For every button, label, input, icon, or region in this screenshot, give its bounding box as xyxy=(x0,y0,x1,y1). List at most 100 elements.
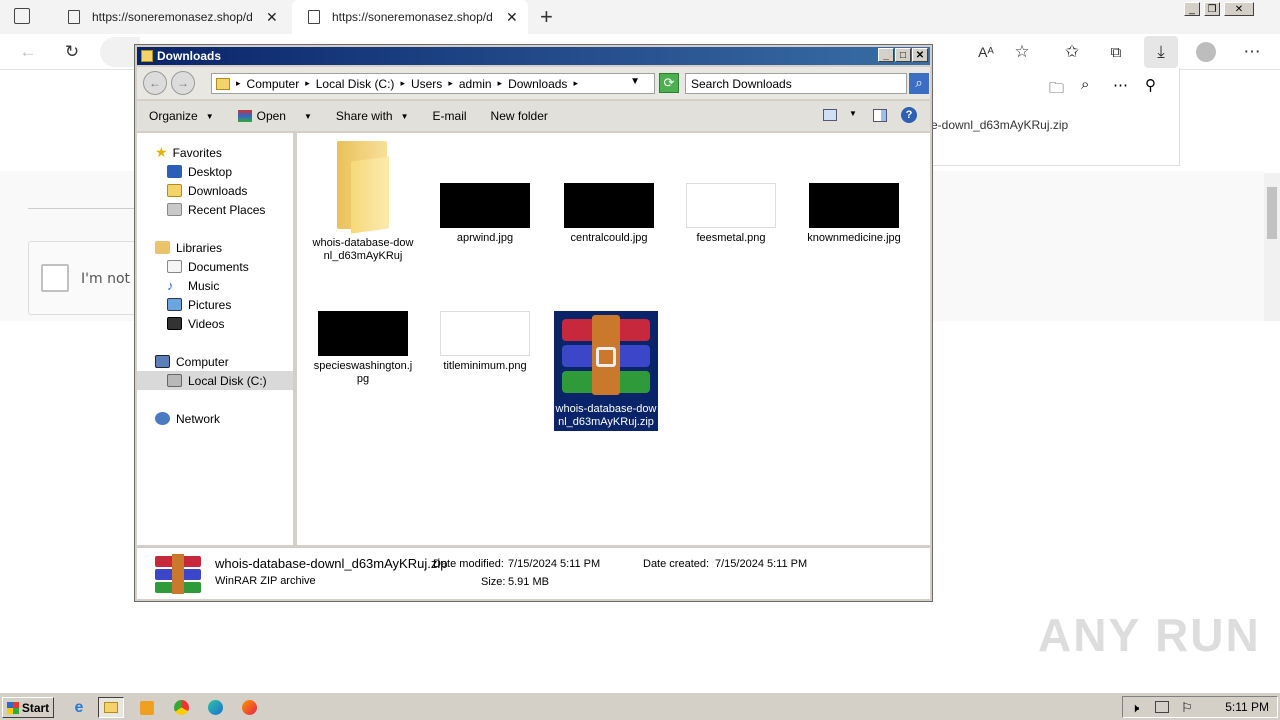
winrar-archive-icon xyxy=(155,554,201,594)
pin-icon[interactable]: ⚲ xyxy=(1145,76,1156,94)
file-item[interactable]: titleminimum.png xyxy=(433,311,537,373)
view-dropdown-icon[interactable]: ▼ xyxy=(849,109,857,118)
page-icon xyxy=(308,10,320,24)
nav-label: Local Disk (C:) xyxy=(188,373,267,388)
minimize-icon[interactable]: _ xyxy=(1184,2,1200,16)
refresh-icon[interactable]: ↻ xyxy=(58,38,86,66)
nav-label: Pictures xyxy=(188,297,232,312)
file-item[interactable]: centralcould.jpg xyxy=(557,183,661,245)
file-item[interactable]: feesmetal.png xyxy=(679,183,783,245)
window-title: Downloads xyxy=(157,49,222,63)
flag-icon[interactable]: ⚐ xyxy=(1181,700,1193,716)
nav-label: Libraries xyxy=(176,240,223,255)
breadcrumb-item[interactable]: admin xyxy=(459,77,492,91)
created-value: 7/15/2024 5:11 PM xyxy=(715,558,808,570)
nav-libraries[interactable]: Libraries xyxy=(155,238,311,257)
created-label: Date created: xyxy=(643,558,710,570)
open-button[interactable]: Open ▼ xyxy=(226,109,324,123)
firefox-icon[interactable] xyxy=(236,697,262,718)
tab-title: https://soneremonasez.shop/d xyxy=(332,10,492,24)
preview-pane-icon[interactable] xyxy=(873,109,887,122)
address-bar[interactable]: ▸ Computer ▸ Local Disk (C:) ▸ Users ▸ admi… xyxy=(211,73,655,94)
breadcrumb-item[interactable]: Users xyxy=(411,77,442,91)
search-icon[interactable]: ⌕ xyxy=(1081,76,1089,93)
start-button[interactable]: Start xyxy=(2,697,54,718)
image-thumbnail xyxy=(440,183,530,228)
address-dropdown-icon[interactable]: ▼ xyxy=(630,76,640,87)
file-item[interactable]: whois-database-downl_d63mAyKRuj xyxy=(311,141,415,263)
file-name: titleminimum.png xyxy=(443,360,527,372)
scrollbar-thumb[interactable] xyxy=(1267,187,1277,239)
search-icon[interactable]: ⌕ xyxy=(909,73,929,94)
email-button[interactable]: E-mail xyxy=(421,109,479,123)
network-icon xyxy=(155,412,170,425)
page-scrollbar[interactable] xyxy=(1264,173,1280,321)
close-tab-icon[interactable]: ✕ xyxy=(266,9,278,26)
edge-icon[interactable] xyxy=(202,697,228,718)
new-folder-button[interactable]: New folder xyxy=(479,109,560,123)
taskbar: Start e 🕨 ⚐ 5:11 PM xyxy=(0,692,1280,720)
search-input[interactable]: Search Downloads xyxy=(685,73,907,94)
forward-icon[interactable]: → xyxy=(171,71,195,95)
open-folder-icon[interactable]: 🗀 xyxy=(1049,78,1064,103)
media-player-icon[interactable] xyxy=(134,697,160,718)
folder-icon xyxy=(333,141,393,234)
maximize-icon[interactable]: □ xyxy=(895,48,911,62)
clock[interactable]: 5:11 PM xyxy=(1225,700,1269,714)
close-icon[interactable]: ✕ xyxy=(1224,2,1254,16)
ie-icon[interactable]: e xyxy=(66,697,92,718)
close-tab-icon[interactable]: ✕ xyxy=(506,9,518,26)
favorites-icon[interactable]: ✩ xyxy=(1058,38,1086,66)
browser-tab-2[interactable]: https://soneremonasez.shop/d ✕ xyxy=(292,0,528,34)
nav-favorites[interactable]: ★ Favorites xyxy=(155,143,311,162)
share-with-button[interactable]: Share with ▼ xyxy=(324,109,421,123)
tab-actions-icon[interactable] xyxy=(14,8,30,24)
breadcrumb-item[interactable]: Computer xyxy=(247,77,300,91)
back-icon[interactable]: ← xyxy=(143,71,167,95)
winrar-icon xyxy=(237,110,252,122)
nav-label: Network xyxy=(176,411,221,426)
file-name: knownmedicine.jpg xyxy=(807,232,901,244)
network-icon[interactable] xyxy=(1155,701,1169,713)
profile-avatar[interactable] xyxy=(1196,42,1216,62)
restore-icon[interactable]: ❐ xyxy=(1204,2,1220,16)
chrome-icon[interactable] xyxy=(168,697,194,718)
more-options-icon[interactable]: ⋯ xyxy=(1113,76,1128,94)
window-controls: _ ❐ ✕ xyxy=(1184,2,1254,16)
new-tab-icon[interactable]: + xyxy=(540,4,553,30)
back-icon[interactable]: ← xyxy=(14,38,42,66)
breadcrumb-item[interactable]: Downloads xyxy=(508,77,567,91)
file-item[interactable]: aprwind.jpg xyxy=(433,183,537,245)
file-item[interactable]: knownmedicine.jpg xyxy=(802,183,906,245)
libraries-icon xyxy=(155,241,170,254)
file-item[interactable]: specieswashington.jpg xyxy=(311,311,415,386)
nav-label: Computer xyxy=(176,354,229,369)
navigation-pane: ★ Favorites Desktop Downloads Recent Plac… xyxy=(137,133,295,545)
add-favorite-icon[interactable]: ☆ xyxy=(1008,38,1036,66)
read-aloud-icon[interactable]: Aᴬ xyxy=(972,38,1000,66)
volume-icon[interactable]: 🕨 xyxy=(1131,700,1139,716)
minimize-icon[interactable]: _ xyxy=(878,48,894,62)
close-icon[interactable]: ✕ xyxy=(912,48,928,62)
breadcrumb-item[interactable]: Local Disk (C:) xyxy=(316,77,395,91)
downloads-icon[interactable]: ⤓ xyxy=(1144,36,1178,68)
file-item-selected[interactable]: whois-database-downl_d63mAyKRuj.zip xyxy=(554,311,658,431)
browser-tab-bar: https://soneremonasez.shop/d ✕ https://s… xyxy=(0,0,1280,34)
captcha-checkbox[interactable] xyxy=(41,264,69,292)
disk-icon xyxy=(167,374,182,387)
nav-network[interactable]: Network xyxy=(155,409,311,428)
open-label: Open xyxy=(256,109,286,123)
image-thumbnail xyxy=(564,183,654,228)
nav-computer[interactable]: Computer xyxy=(155,352,311,371)
refresh-icon[interactable]: ⟳ xyxy=(659,73,679,93)
browser-tab-1[interactable]: https://soneremonasez.shop/d ✕ xyxy=(52,0,288,34)
download-file-name[interactable]: e-downl_d63mAyKRuj.zip xyxy=(931,118,1068,132)
help-icon[interactable]: ? xyxy=(901,107,917,123)
nav-local-disk[interactable]: Local Disk (C:) xyxy=(137,371,293,390)
more-icon[interactable]: ⋯ xyxy=(1238,38,1266,66)
view-options-icon[interactable] xyxy=(823,109,837,121)
explorer-taskbar-icon[interactable] xyxy=(98,697,124,718)
nav-label: Downloads xyxy=(188,183,248,198)
collections-icon[interactable]: ⧉ xyxy=(1102,38,1130,66)
organize-button[interactable]: Organize ▼ xyxy=(137,109,226,123)
